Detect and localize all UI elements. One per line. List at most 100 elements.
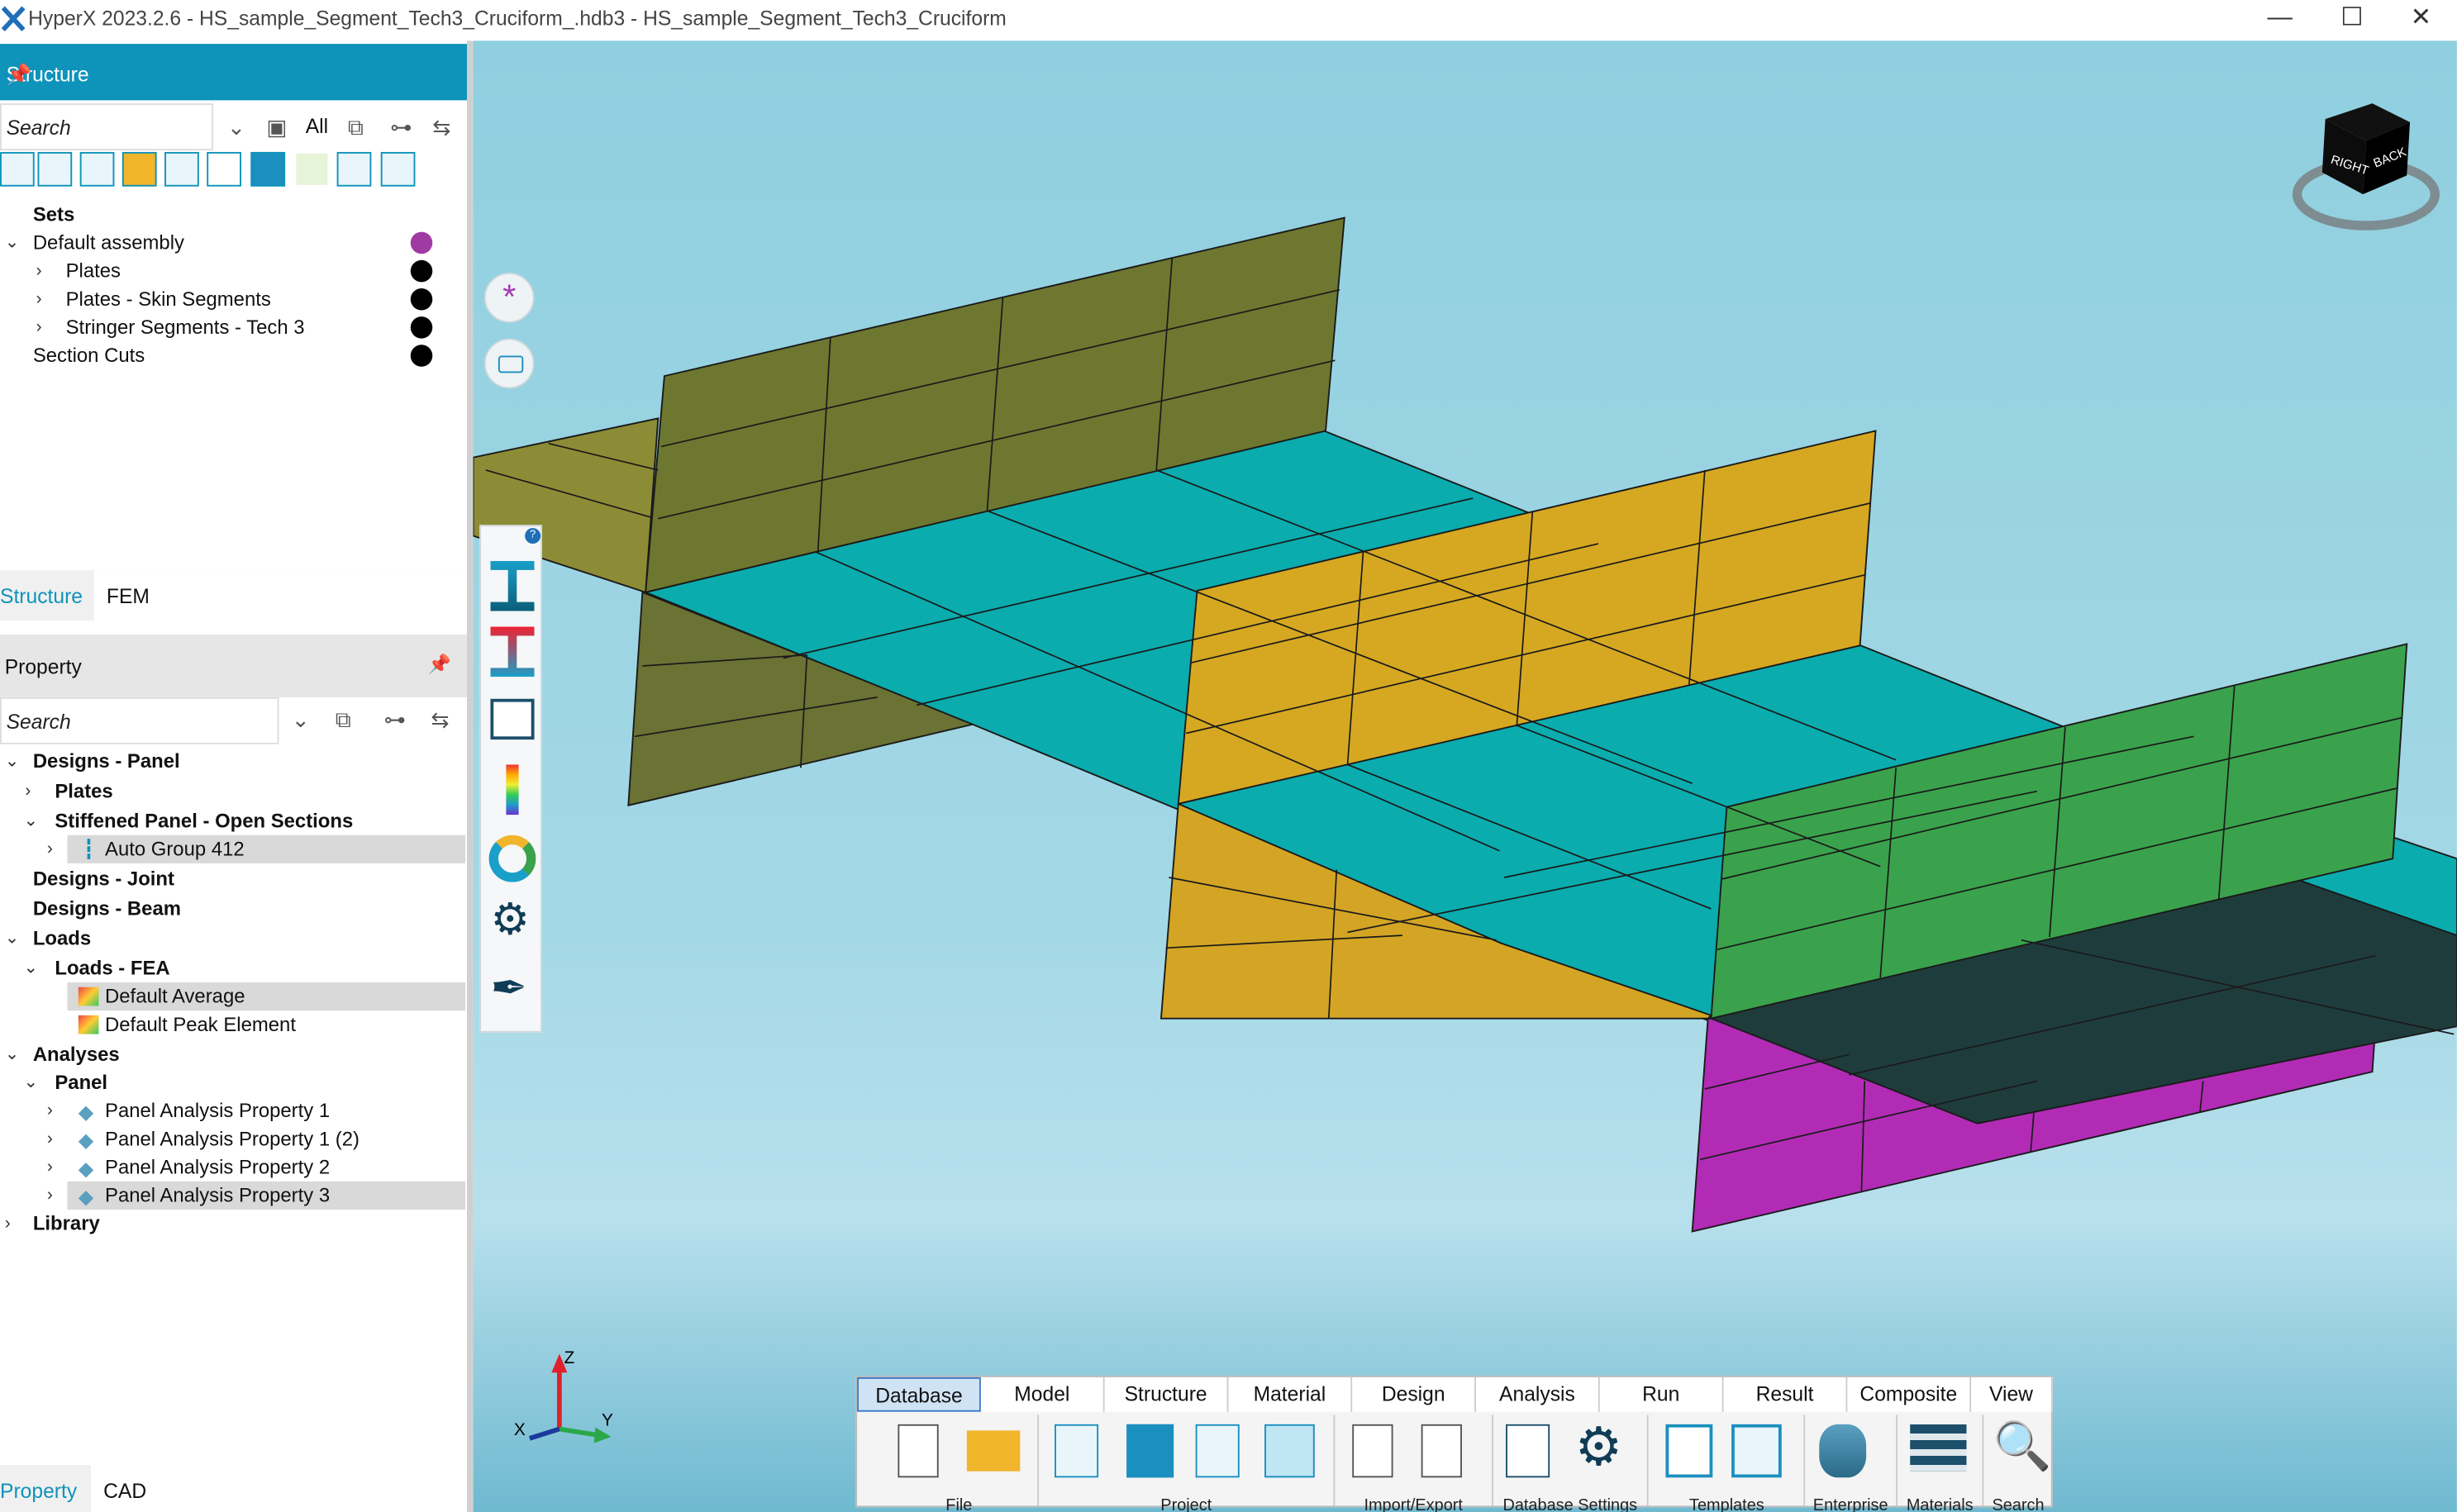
maximize-button[interactable]: ☐ xyxy=(2316,0,2388,40)
tree-item-loads[interactable]: ⌄ Loads xyxy=(0,925,467,953)
materials-icon[interactable] xyxy=(1910,1424,1967,1472)
tree-item-library[interactable]: › Library xyxy=(0,1210,467,1238)
chevron-down-icon[interactable]: ⌄ xyxy=(5,925,19,953)
tree-item-panel-analysis-property-2[interactable]: › ◆ Panel Analysis Property 2 xyxy=(0,1153,467,1182)
chevron-down-icon[interactable]: ⌄ xyxy=(23,807,37,835)
property-search-input[interactable]: Search xyxy=(0,697,279,744)
tree-view-icon[interactable]: ⊶ xyxy=(390,114,412,140)
color-swatch[interactable] xyxy=(410,288,433,311)
tree-item-default-peak-element[interactable]: Default Peak Element xyxy=(0,1010,467,1039)
tree-item-stiffened-panel[interactable]: ⌄ Stiffened Panel - Open Sections xyxy=(0,807,467,835)
i-beam-icon[interactable] xyxy=(207,151,241,187)
cube-filter-icon[interactable]: ▣ xyxy=(266,114,287,140)
project-import-icon[interactable] xyxy=(1195,1424,1240,1478)
tree-item-designs-beam[interactable]: Designs - Beam xyxy=(0,895,467,923)
tab-database[interactable]: Database xyxy=(857,1376,981,1412)
section-check-icon[interactable] xyxy=(490,626,535,678)
tree-item-analyses[interactable]: ⌄ Analyses xyxy=(0,1040,467,1068)
all-filter-label[interactable]: All xyxy=(306,114,328,137)
chevron-down-icon[interactable]: ⌄ xyxy=(5,229,19,257)
plate-icon[interactable] xyxy=(164,151,199,187)
template-settings-icon[interactable] xyxy=(1506,1424,1550,1478)
template-import-icon[interactable] xyxy=(1665,1424,1713,1478)
enterprise-icon[interactable] xyxy=(1819,1424,1867,1478)
pin-icon[interactable]: 📌 xyxy=(428,654,451,676)
tree-item-panel[interactable]: ⌄ Panel xyxy=(0,1068,467,1096)
tree-item-plates-skin-segments[interactable]: › Plates - Skin Segments xyxy=(0,285,467,313)
layers-icon[interactable] xyxy=(294,151,330,187)
chevron-down-icon[interactable]: ⌄ xyxy=(23,954,37,982)
panel-icon[interactable] xyxy=(37,151,73,187)
chevron-right-icon[interactable]: › xyxy=(47,1096,53,1124)
tab-run[interactable]: Run xyxy=(1599,1376,1724,1412)
chevron-right-icon[interactable]: › xyxy=(36,257,42,285)
collapse-all-icon[interactable]: ⧉ xyxy=(336,706,351,733)
view-cube[interactable]: RIGHT BACK xyxy=(2291,97,2440,246)
edge-icon[interactable] xyxy=(0,151,35,187)
tab-fem[interactable]: FEM xyxy=(107,584,150,607)
chevron-down-icon[interactable]: ⌄ xyxy=(5,748,19,776)
color-swatch[interactable] xyxy=(410,231,433,254)
tab-view[interactable]: View xyxy=(1971,1376,2053,1412)
beam-icon[interactable] xyxy=(121,151,157,187)
chevron-right-icon[interactable]: › xyxy=(47,1153,53,1182)
color-swatch[interactable] xyxy=(410,259,433,283)
pin-icon[interactable]: 📌 xyxy=(7,63,451,88)
tab-model[interactable]: Model xyxy=(980,1376,1105,1412)
tree-item-auto-group-412[interactable]: › ┇ Auto Group 412 xyxy=(0,834,467,863)
tree-item-panel-analysis-property-1-2[interactable]: › ◆ Panel Analysis Property 1 (2) xyxy=(0,1125,467,1153)
chevron-right-icon[interactable]: › xyxy=(36,313,42,341)
chevron-right-icon[interactable]: › xyxy=(5,1210,11,1238)
collapse-all-icon[interactable]: ⧉ xyxy=(348,114,364,140)
asterisk-icon[interactable]: * xyxy=(483,272,535,323)
pen-tool-icon[interactable]: ✒ xyxy=(490,964,526,1012)
settings-view-icon[interactable]: ⚙ xyxy=(490,896,530,944)
stiffened-panel-icon[interactable] xyxy=(79,151,115,187)
donut-chart-icon[interactable] xyxy=(488,834,536,882)
minimize-button[interactable]: — xyxy=(2244,0,2316,40)
chevron-right-icon[interactable]: › xyxy=(47,1182,53,1210)
close-button[interactable]: ✕ xyxy=(2385,0,2457,40)
tab-material[interactable]: Material xyxy=(1228,1376,1353,1412)
tab-composite[interactable]: Composite xyxy=(1847,1376,1972,1412)
glasses-view-icon[interactable] xyxy=(490,698,535,740)
project-copy-icon[interactable] xyxy=(1126,1424,1174,1478)
chevron-down-icon[interactable]: ⌄ xyxy=(5,1040,19,1068)
new-project-icon[interactable] xyxy=(1055,1424,1099,1478)
tree-item-stringer-segments[interactable]: › Stringer Segments - Tech 3 xyxy=(0,313,467,341)
rectangle-select-button[interactable] xyxy=(483,338,535,389)
joint-icon[interactable] xyxy=(336,151,372,187)
tree-item-panel-analysis-property-3[interactable]: › ◆ Panel Analysis Property 3 xyxy=(0,1181,467,1210)
3d-viewport[interactable]: RIGHT BACK * ? ⚙ ✒ Z Y X xyxy=(473,40,2457,1512)
tab-cad[interactable]: CAD xyxy=(103,1479,146,1502)
tree-item-plates[interactable]: › Plates xyxy=(0,777,467,806)
structure-search-input[interactable]: Search xyxy=(0,103,213,151)
section-run-icon[interactable] xyxy=(490,560,535,611)
tab-structure[interactable]: Structure xyxy=(0,584,83,607)
swap-icon[interactable]: ⇆ xyxy=(432,114,450,140)
chevron-right-icon[interactable]: › xyxy=(36,285,42,313)
chevron-right-icon[interactable]: › xyxy=(25,777,31,806)
model-canvas[interactable] xyxy=(473,40,2457,1512)
help-icon[interactable]: ? xyxy=(525,528,541,544)
tree-item-loads-fea[interactable]: ⌄ Loads - FEA xyxy=(0,954,467,982)
tree-view-icon[interactable]: ⊶ xyxy=(384,706,407,733)
chevron-down-icon[interactable]: ⌄ xyxy=(23,1068,37,1096)
color-legend-icon[interactable] xyxy=(506,764,519,815)
tree-item-sets[interactable]: Sets xyxy=(0,201,467,229)
tree-item-default-average[interactable]: Default Average xyxy=(0,982,467,1011)
chevron-down-icon[interactable]: ⌄ xyxy=(292,706,310,733)
tab-result[interactable]: Result xyxy=(1723,1376,1848,1412)
new-file-icon[interactable] xyxy=(898,1424,939,1478)
tree-item-designs-panel[interactable]: ⌄ Designs - Panel xyxy=(0,748,467,776)
search-icon[interactable]: 🔍 xyxy=(1993,1418,2052,1477)
chevron-down-icon[interactable]: ⌄ xyxy=(227,114,245,140)
open-folder-icon[interactable] xyxy=(966,1430,1021,1472)
import-icon[interactable] xyxy=(1352,1424,1393,1478)
project-box-icon[interactable] xyxy=(1264,1424,1315,1478)
templates-icon[interactable] xyxy=(1731,1424,1782,1478)
tab-design[interactable]: Design xyxy=(1352,1376,1477,1412)
chevron-right-icon[interactable]: › xyxy=(47,835,53,863)
swap-icon[interactable]: ⇆ xyxy=(431,706,449,733)
color-swatch[interactable] xyxy=(410,345,433,367)
